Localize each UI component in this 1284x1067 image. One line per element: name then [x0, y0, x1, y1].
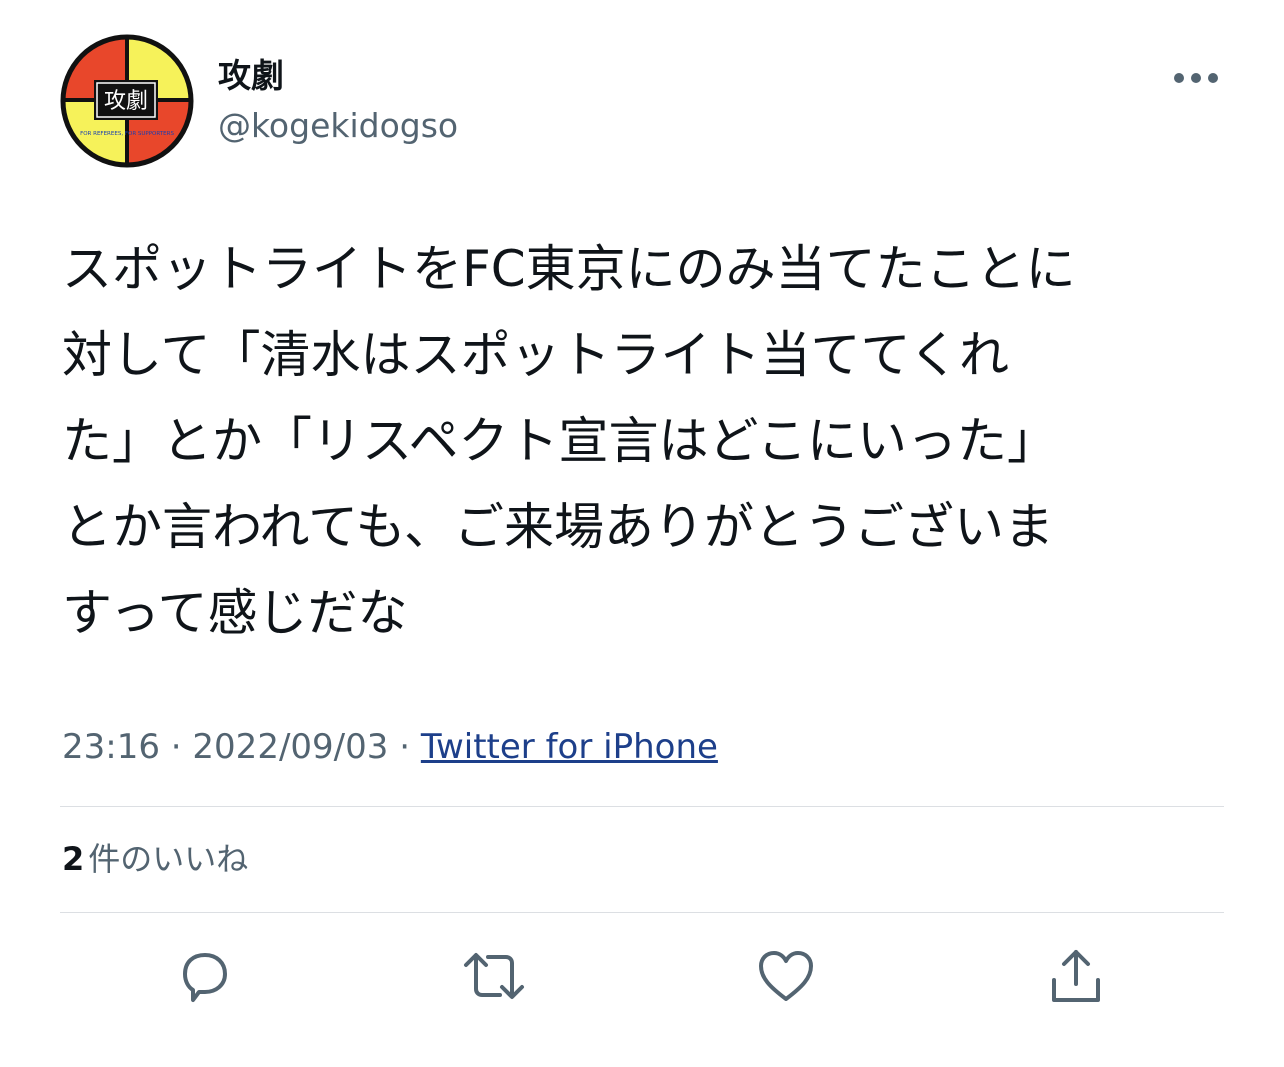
- handle[interactable]: @kogekidogso: [218, 104, 458, 148]
- avatar-logo: 攻劇 FOR REFEREES, FOR SUPPORTERS: [60, 34, 194, 168]
- divider: [60, 806, 1224, 807]
- heart-icon: [759, 951, 813, 1001]
- tweet-date[interactable]: 2022/09/03: [192, 727, 388, 767]
- likes-stat[interactable]: 2 件のいいね: [62, 836, 248, 882]
- likes-label: 件のいいね: [88, 840, 249, 878]
- reply-button[interactable]: [172, 944, 236, 1008]
- like-button[interactable]: [754, 944, 818, 1008]
- retweet-icon: [464, 953, 524, 999]
- meta-separator: ·: [399, 727, 411, 767]
- more-icon: [1174, 73, 1218, 83]
- retweet-button[interactable]: [462, 944, 526, 1008]
- divider: [60, 912, 1224, 913]
- tweet-text: スポットライトをFC東京にのみ当てたことに 対して「清水はスポットライト当ててく…: [62, 240, 1076, 642]
- likes-count: 2: [62, 840, 85, 878]
- tweet-meta: 23:16 · 2022/09/03 · Twitter for iPhone: [62, 722, 718, 772]
- avatar[interactable]: 攻劇 FOR REFEREES, FOR SUPPORTERS: [60, 34, 194, 168]
- avatar-text: 攻劇: [104, 89, 148, 114]
- share-icon: [1052, 950, 1100, 1002]
- reply-icon: [183, 953, 227, 1002]
- meta-separator: ·: [170, 727, 182, 767]
- display-name[interactable]: 攻劇: [218, 54, 284, 98]
- share-button[interactable]: [1044, 944, 1108, 1008]
- avatar-tagline: FOR REFEREES, FOR SUPPORTERS: [80, 131, 174, 137]
- more-options-button[interactable]: [1166, 58, 1226, 98]
- tweet-time[interactable]: 23:16: [62, 727, 160, 767]
- tweet-source-link[interactable]: Twitter for iPhone: [421, 727, 718, 767]
